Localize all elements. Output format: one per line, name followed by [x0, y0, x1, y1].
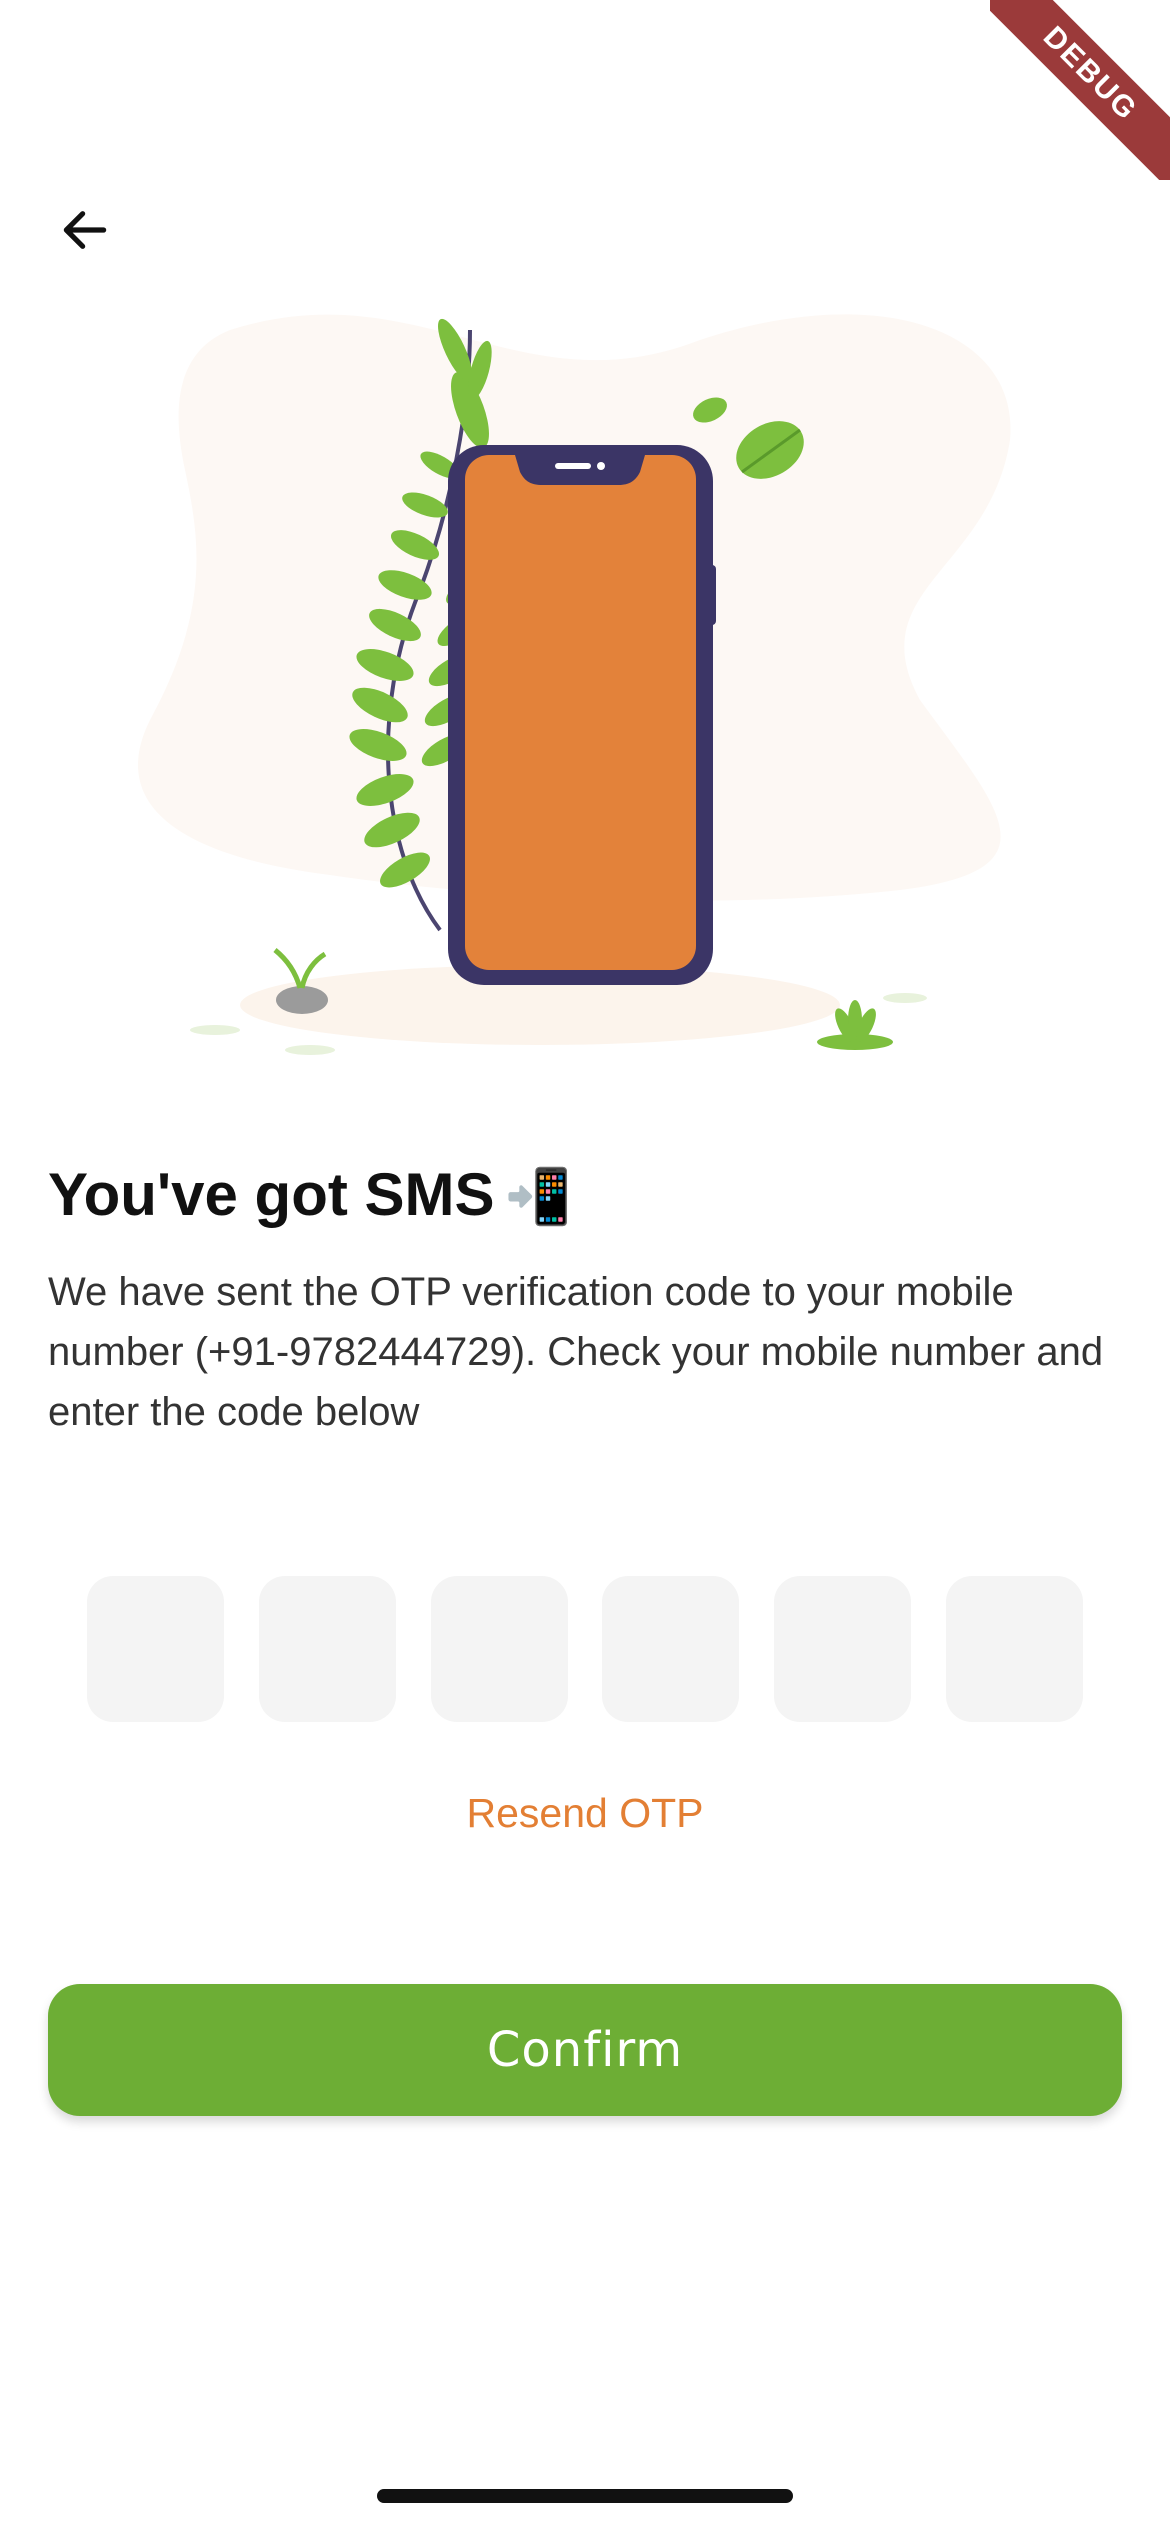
home-indicator[interactable] — [377, 2489, 793, 2503]
back-button[interactable] — [40, 185, 130, 275]
otp-digit-1[interactable] — [87, 1576, 224, 1722]
otp-digit-4[interactable] — [602, 1576, 740, 1722]
otp-digit-2[interactable] — [258, 1576, 396, 1722]
otp-digit-5[interactable] — [774, 1576, 912, 1722]
arrow-left-icon — [63, 211, 107, 249]
phone-notch — [515, 455, 645, 485]
otp-digit-6[interactable] — [945, 1576, 1083, 1722]
phone-screen — [465, 455, 696, 970]
resend-otp-link[interactable]: Resend OTP — [0, 1790, 1170, 1837]
debug-banner: DEBUG — [990, 0, 1170, 180]
otp-input-row — [87, 1576, 1083, 1722]
otp-description: We have sent the OTP verification code t… — [48, 1270, 1104, 1434]
debug-label: DEBUG — [990, 0, 1170, 180]
title-text: You've got SMS — [48, 1161, 495, 1228]
phone-illustration — [138, 314, 1011, 1055]
page-title: You've got SMS 📲 — [48, 1160, 572, 1229]
otp-digit-3[interactable] — [430, 1576, 568, 1722]
confirm-button[interactable]: Confirm — [48, 1984, 1122, 2116]
mobile-sms-icon: 📲 — [504, 1167, 572, 1227]
